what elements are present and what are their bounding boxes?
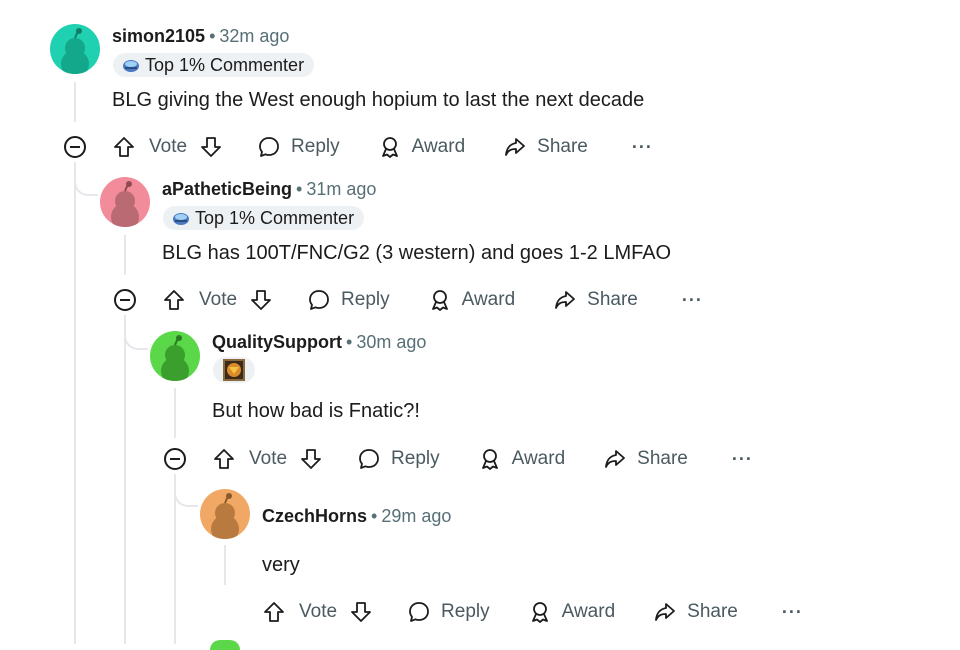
- reply-button[interactable]: Reply: [407, 600, 490, 624]
- vote-label: Vote: [249, 448, 288, 469]
- award-button[interactable]: Award: [478, 447, 566, 471]
- avatar[interactable]: [150, 331, 200, 381]
- reply-button[interactable]: Reply: [357, 447, 440, 471]
- comment-actions: Vote Reply Award Share ···: [262, 597, 803, 627]
- comment-bubble-icon: [359, 449, 379, 469]
- user-flair-image: [213, 357, 255, 383]
- separator-dot: •: [346, 332, 353, 352]
- more-dots-icon[interactable]: ···: [682, 290, 703, 311]
- collapse-minus-icon[interactable]: [64, 136, 86, 158]
- award-button[interactable]: Award: [428, 288, 516, 312]
- award-label: Award: [461, 289, 516, 310]
- share-label: Share: [587, 289, 638, 310]
- downvote-button[interactable]: [299, 447, 323, 471]
- username[interactable]: simon2105: [112, 26, 205, 46]
- comment-body: very: [262, 554, 300, 576]
- share-label: Share: [637, 448, 688, 469]
- share-label: Share: [687, 601, 738, 622]
- more-dots-icon[interactable]: ···: [732, 449, 753, 470]
- timestamp: 30m ago: [356, 332, 427, 352]
- vote-label: Vote: [299, 601, 338, 622]
- award-icon: [381, 137, 398, 158]
- downvote-button[interactable]: [349, 600, 373, 624]
- upvote-button[interactable]: [212, 447, 236, 471]
- username[interactable]: CzechHorns: [262, 506, 367, 526]
- reply-label: Reply: [341, 289, 390, 310]
- share-arrow-icon: [655, 603, 676, 621]
- more-dots-icon[interactable]: ···: [632, 137, 653, 158]
- award-icon: [431, 290, 448, 311]
- share-button[interactable]: Share: [553, 288, 638, 312]
- upvote-button[interactable]: [262, 600, 286, 624]
- separator-dot: •: [371, 506, 378, 526]
- comment-body: But how bad is Fnatic?!: [212, 400, 420, 422]
- next-comment-avatar-partial: [210, 640, 240, 650]
- snoo-avatar-icon: [200, 489, 250, 539]
- award-icon: [481, 449, 498, 470]
- vote-label: Vote: [199, 289, 238, 310]
- reply-label: Reply: [291, 136, 340, 157]
- comment-actions: Vote Reply Award Share ···: [162, 285, 703, 315]
- vote-label: Vote: [149, 136, 188, 157]
- reply-label: Reply: [441, 601, 490, 622]
- downvote-icon: [201, 137, 221, 157]
- upvote-button[interactable]: [112, 135, 136, 159]
- avatar[interactable]: [200, 489, 250, 539]
- downvote-button[interactable]: [249, 288, 273, 312]
- upvote-icon: [264, 602, 284, 622]
- comment-body: BLG has 100T/FNC/G2 (3 western) and goes…: [162, 242, 672, 264]
- comment-body: BLG giving the West enough hopium to las…: [112, 89, 645, 111]
- award-label: Award: [511, 448, 566, 469]
- snoo-avatar-icon: [50, 24, 100, 74]
- comment-bubble-icon: [309, 290, 329, 310]
- award-button[interactable]: Award: [528, 600, 616, 624]
- upvote-icon: [164, 290, 184, 310]
- collapse-minus-icon[interactable]: [164, 448, 186, 470]
- share-button[interactable]: Share: [603, 447, 688, 471]
- share-button[interactable]: Share: [653, 600, 738, 624]
- comment-bubble-icon: [409, 602, 429, 622]
- comment-actions: Vote Reply Award Share ···: [112, 132, 653, 162]
- username[interactable]: aPatheticBeing: [162, 179, 292, 199]
- collapse-minus-icon[interactable]: [114, 289, 136, 311]
- share-arrow-icon: [505, 138, 526, 156]
- reply-label: Reply: [391, 448, 440, 469]
- flair-label: Top 1% Commenter: [195, 208, 355, 228]
- timestamp: 31m ago: [306, 179, 377, 199]
- award-button[interactable]: Award: [378, 135, 466, 159]
- award-label: Award: [411, 136, 466, 157]
- avatar[interactable]: [100, 177, 150, 227]
- upvote-icon: [114, 137, 134, 157]
- downvote-icon: [251, 290, 271, 310]
- flair-label: Top 1% Commenter: [145, 55, 305, 75]
- downvote-icon: [301, 449, 321, 469]
- share-arrow-icon: [555, 291, 576, 309]
- downvote-button[interactable]: [199, 135, 223, 159]
- comment-bubble-icon: [259, 137, 279, 157]
- snoo-avatar-icon: [100, 177, 150, 227]
- timestamp: 29m ago: [381, 506, 452, 526]
- reply-button[interactable]: Reply: [257, 135, 340, 159]
- comment-actions: Vote Reply Award Share ···: [212, 444, 753, 474]
- username[interactable]: QualitySupport: [212, 332, 342, 352]
- separator-dot: •: [209, 26, 216, 46]
- upvote-icon: [214, 449, 234, 469]
- avatar[interactable]: [50, 24, 100, 74]
- top-commenter-icon: [123, 60, 139, 72]
- share-button[interactable]: Share: [503, 135, 588, 159]
- user-flair: Top 1% Commenter: [163, 206, 365, 230]
- award-label: Award: [561, 601, 616, 622]
- downvote-icon: [351, 602, 371, 622]
- snoo-avatar-icon: [150, 331, 200, 381]
- user-flair: Top 1% Commenter: [113, 53, 315, 77]
- award-icon: [531, 602, 548, 623]
- timestamp: 32m ago: [219, 26, 290, 46]
- reply-button[interactable]: Reply: [307, 288, 390, 312]
- upvote-button[interactable]: [162, 288, 186, 312]
- share-label: Share: [537, 136, 588, 157]
- share-arrow-icon: [605, 450, 626, 468]
- more-dots-icon[interactable]: ···: [782, 602, 803, 623]
- top-commenter-icon: [173, 213, 189, 225]
- separator-dot: •: [296, 179, 303, 199]
